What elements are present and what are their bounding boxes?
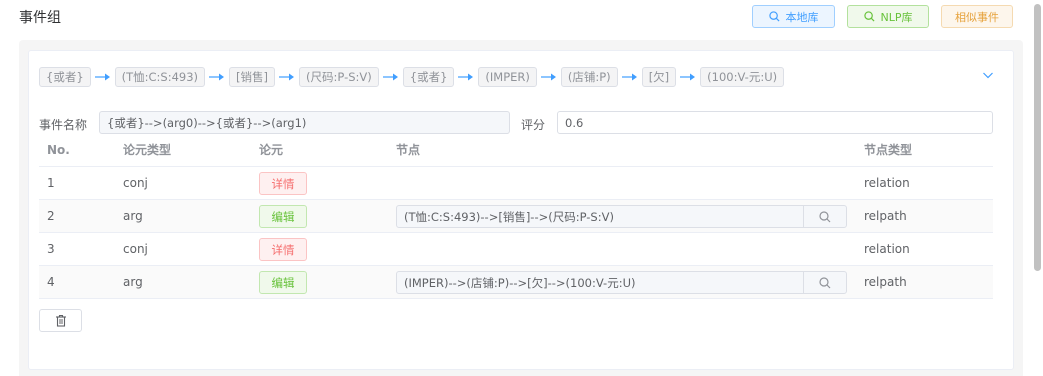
table-row: 2 arg 编辑 (T恤:C:S:493)-->[销售]-->(尺码:P-S:V…	[39, 200, 993, 233]
arrow-right-icon	[94, 73, 110, 80]
search-icon	[819, 276, 831, 288]
chain-node[interactable]: [欠]	[641, 66, 677, 87]
trash-icon	[55, 314, 66, 327]
node-path-field[interactable]: (IMPER)-->(店铺:P)-->[欠]-->(100:V-元:U)	[396, 271, 847, 294]
score-field[interactable]: 0.6	[557, 111, 993, 134]
row-number: 2	[47, 209, 55, 223]
search-icon	[819, 210, 831, 222]
chevron-down-icon[interactable]	[982, 69, 994, 81]
page-title: 事件组	[19, 10, 61, 26]
node-path-field[interactable]: (T恤:C:S:493)-->[销售]-->(尺码:P-S:V)	[396, 205, 847, 228]
table-row: 1 conj 详情 relation	[39, 167, 993, 200]
row-number: 4	[47, 275, 55, 289]
arrow-right-icon	[621, 73, 637, 80]
chain-node[interactable]: [销售]	[229, 66, 276, 87]
node-path-value: (T恤:C:S:493)-->[销售]-->(尺码:P-S:V)	[404, 209, 614, 224]
arrow-right-icon	[540, 73, 556, 80]
chain-node[interactable]: (尺码:P-S:V)	[299, 66, 379, 87]
detail-button[interactable]: 详情	[259, 172, 307, 195]
row-node-type: relation	[864, 176, 910, 190]
row-node-type: relation	[864, 242, 910, 256]
edit-button[interactable]: 编辑	[259, 205, 307, 228]
score-label: 评分	[521, 118, 546, 132]
arrow-right-icon	[680, 73, 696, 80]
arrow-right-icon	[209, 73, 225, 80]
node-path-value: (IMPER)-->(店铺:P)-->[欠]-->(100:V-元:U)	[404, 275, 636, 290]
event-name-label: 事件名称	[39, 118, 88, 132]
similar-events-label: 相似事件	[955, 10, 999, 24]
node-search-button[interactable]	[803, 272, 846, 293]
chain-node[interactable]: (100:V-元:U)	[700, 66, 785, 87]
edit-button[interactable]: 编辑	[259, 271, 307, 294]
column-header-arg-type: 论元类型	[123, 143, 172, 157]
row-number: 3	[47, 242, 55, 256]
event-name-field[interactable]: {或者}-->(arg0)-->{或者}-->(arg1)	[99, 111, 510, 134]
arrow-right-icon	[458, 73, 474, 80]
delete-button[interactable]	[39, 309, 82, 332]
column-header-arg: 论元	[259, 143, 284, 157]
chain-node[interactable]: (T恤:C:S:493)	[114, 66, 206, 87]
detail-button[interactable]: 详情	[259, 238, 307, 261]
chain-node[interactable]: (店铺:P)	[560, 66, 618, 87]
arrow-right-icon	[279, 73, 295, 80]
column-header-no: No.	[47, 143, 70, 157]
local-library-label: 本地库	[785, 10, 819, 24]
event-chain: {或者} (T恤:C:S:493) [销售] (尺码:P-S:V) {或者} (…	[39, 66, 785, 87]
column-header-node-type: 节点类型	[864, 143, 913, 157]
row-node-type: relpath	[864, 275, 907, 289]
nlp-library-label: NLP库	[880, 10, 913, 24]
row-arg-type: conj	[123, 242, 148, 256]
row-number: 1	[47, 176, 55, 190]
column-header-node: 节点	[396, 143, 421, 157]
row-arg-type: arg	[123, 275, 143, 289]
search-icon	[863, 11, 875, 22]
node-search-button[interactable]	[803, 206, 846, 227]
row-node-type: relpath	[864, 209, 907, 223]
similar-events-button[interactable]: 相似事件	[941, 5, 1013, 28]
chain-node[interactable]: {或者}	[39, 66, 91, 87]
chain-node[interactable]: (IMPER)	[478, 66, 537, 87]
arrow-right-icon	[382, 73, 398, 80]
row-arg-type: conj	[123, 176, 148, 190]
table-row: 4 arg 编辑 (IMPER)-->(店铺:P)-->[欠]-->(100:V…	[39, 266, 993, 299]
local-library-button[interactable]: 本地库	[752, 5, 835, 28]
chain-node[interactable]: {或者}	[402, 66, 455, 87]
table-row: 3 conj 详情 relation	[39, 233, 993, 266]
scrollbar-thumb[interactable]	[1034, 4, 1041, 271]
nlp-library-button[interactable]: NLP库	[847, 5, 929, 28]
search-icon	[768, 11, 780, 22]
row-arg-type: arg	[123, 209, 143, 223]
